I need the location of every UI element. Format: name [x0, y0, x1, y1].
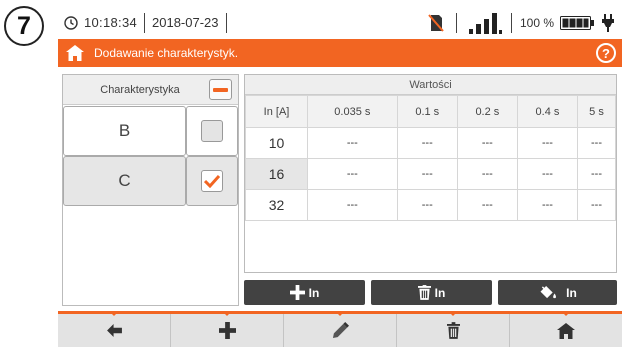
deselect-all-button[interactable]	[209, 79, 232, 100]
value-cell[interactable]: ---	[307, 127, 398, 159]
value-cell[interactable]: ---	[456, 127, 518, 159]
separator	[225, 12, 227, 33]
value-cell[interactable]: ---	[577, 189, 616, 221]
signal-bars-icon	[468, 12, 502, 34]
value-cell[interactable]: ---	[396, 158, 458, 190]
paint-bucket-icon	[540, 285, 557, 299]
characteristic-row-c[interactable]: C	[63, 156, 238, 206]
battery-percent: 100 %	[519, 15, 554, 30]
status-time: 10:18:34	[84, 15, 138, 30]
value-cell[interactable]: ---	[307, 189, 398, 221]
step-number-badge: 7	[4, 6, 44, 46]
in-value-cell[interactable]: 32	[245, 189, 308, 221]
minus-icon	[213, 87, 228, 92]
add-in-label: In	[308, 285, 320, 300]
page-title: Dodawanie charakterystyk.	[94, 46, 239, 60]
checkbox-unchecked[interactable]	[201, 120, 223, 142]
bottom-toolbar	[58, 311, 622, 347]
characteristics-header: Charakterystyka	[63, 75, 238, 105]
value-cell[interactable]: ---	[577, 127, 616, 159]
value-cell[interactable]: ---	[516, 158, 579, 190]
characteristic-checkbox-cell[interactable]	[186, 106, 238, 156]
battery-icon	[560, 15, 594, 30]
characteristics-header-label: Charakterystyka	[100, 83, 180, 96]
value-cell[interactable]: ---	[516, 189, 579, 221]
value-cell[interactable]: ---	[396, 127, 458, 159]
home-icon[interactable]	[66, 45, 84, 61]
table-row[interactable]: 16 --- --- --- --- ---	[245, 158, 616, 190]
home-icon	[557, 322, 575, 339]
home-button[interactable]	[510, 311, 622, 347]
no-sd-card-icon	[428, 13, 444, 32]
add-button[interactable]	[171, 311, 284, 347]
trash-icon	[417, 285, 431, 300]
meter-screen: 10:18:34 2018-07-23 100 % Dodawanie char…	[58, 6, 622, 347]
delete-in-button[interactable]: In	[371, 280, 492, 305]
delete-in-label: In	[434, 285, 446, 300]
help-button[interactable]: ?	[596, 43, 616, 63]
value-cell[interactable]: ---	[456, 158, 518, 190]
column-header: 0.1 s	[396, 95, 458, 128]
pencil-icon	[332, 322, 349, 339]
characteristic-checkbox-cell[interactable]	[186, 156, 238, 206]
separator	[455, 12, 457, 33]
table-row[interactable]: 10 --- --- --- --- ---	[245, 127, 616, 159]
add-in-button[interactable]: In	[244, 280, 365, 305]
characteristic-row-b[interactable]: B	[63, 106, 238, 156]
column-header: In [A]	[245, 95, 308, 128]
checkmark-icon	[204, 174, 220, 188]
delete-button[interactable]	[397, 311, 510, 347]
values-table: In [A] 0.035 s 0.1 s 0.2 s 0.4 s 5 s 10 …	[245, 95, 616, 221]
in-value-cell[interactable]: 16	[245, 158, 308, 190]
values-header: Wartości	[245, 75, 616, 95]
fill-in-label: In	[566, 285, 577, 300]
status-bar: 10:18:34 2018-07-23 100 %	[58, 6, 622, 39]
arrow-left-icon	[106, 324, 122, 337]
value-cell[interactable]: ---	[307, 158, 398, 190]
in-value-cell[interactable]: 10	[245, 127, 308, 159]
table-row[interactable]: 32 --- --- --- --- ---	[245, 189, 616, 221]
column-header: 0.035 s	[307, 95, 398, 128]
value-cell[interactable]: ---	[516, 127, 579, 159]
column-header: 0.4 s	[516, 95, 579, 128]
back-button[interactable]	[58, 311, 171, 347]
power-plug-icon	[602, 13, 614, 32]
column-header: 5 s	[577, 95, 616, 128]
edit-button[interactable]	[284, 311, 397, 347]
characteristic-name[interactable]: C	[63, 156, 186, 206]
column-header: 0.2 s	[456, 95, 518, 128]
plus-icon	[218, 322, 236, 339]
table-header-row: In [A] 0.035 s 0.1 s 0.2 s 0.4 s 5 s	[245, 95, 616, 128]
separator	[510, 12, 512, 33]
value-cell[interactable]: ---	[456, 189, 518, 221]
characteristic-name[interactable]: B	[63, 106, 186, 156]
trash-icon	[446, 322, 460, 339]
status-date: 2018-07-23	[152, 15, 219, 30]
clock-icon	[64, 15, 78, 30]
separator	[144, 12, 146, 33]
value-cell[interactable]: ---	[396, 189, 458, 221]
values-panel: Wartości In [A] 0.035 s 0.1 s 0.2 s 0.4 …	[244, 74, 617, 273]
checkbox-checked[interactable]	[201, 170, 223, 192]
plus-icon	[289, 285, 305, 300]
characteristics-panel: Charakterystyka B C	[62, 74, 239, 306]
fill-in-button[interactable]: In	[498, 280, 617, 305]
title-bar: Dodawanie charakterystyk. ?	[58, 39, 622, 67]
value-cell[interactable]: ---	[577, 158, 616, 190]
